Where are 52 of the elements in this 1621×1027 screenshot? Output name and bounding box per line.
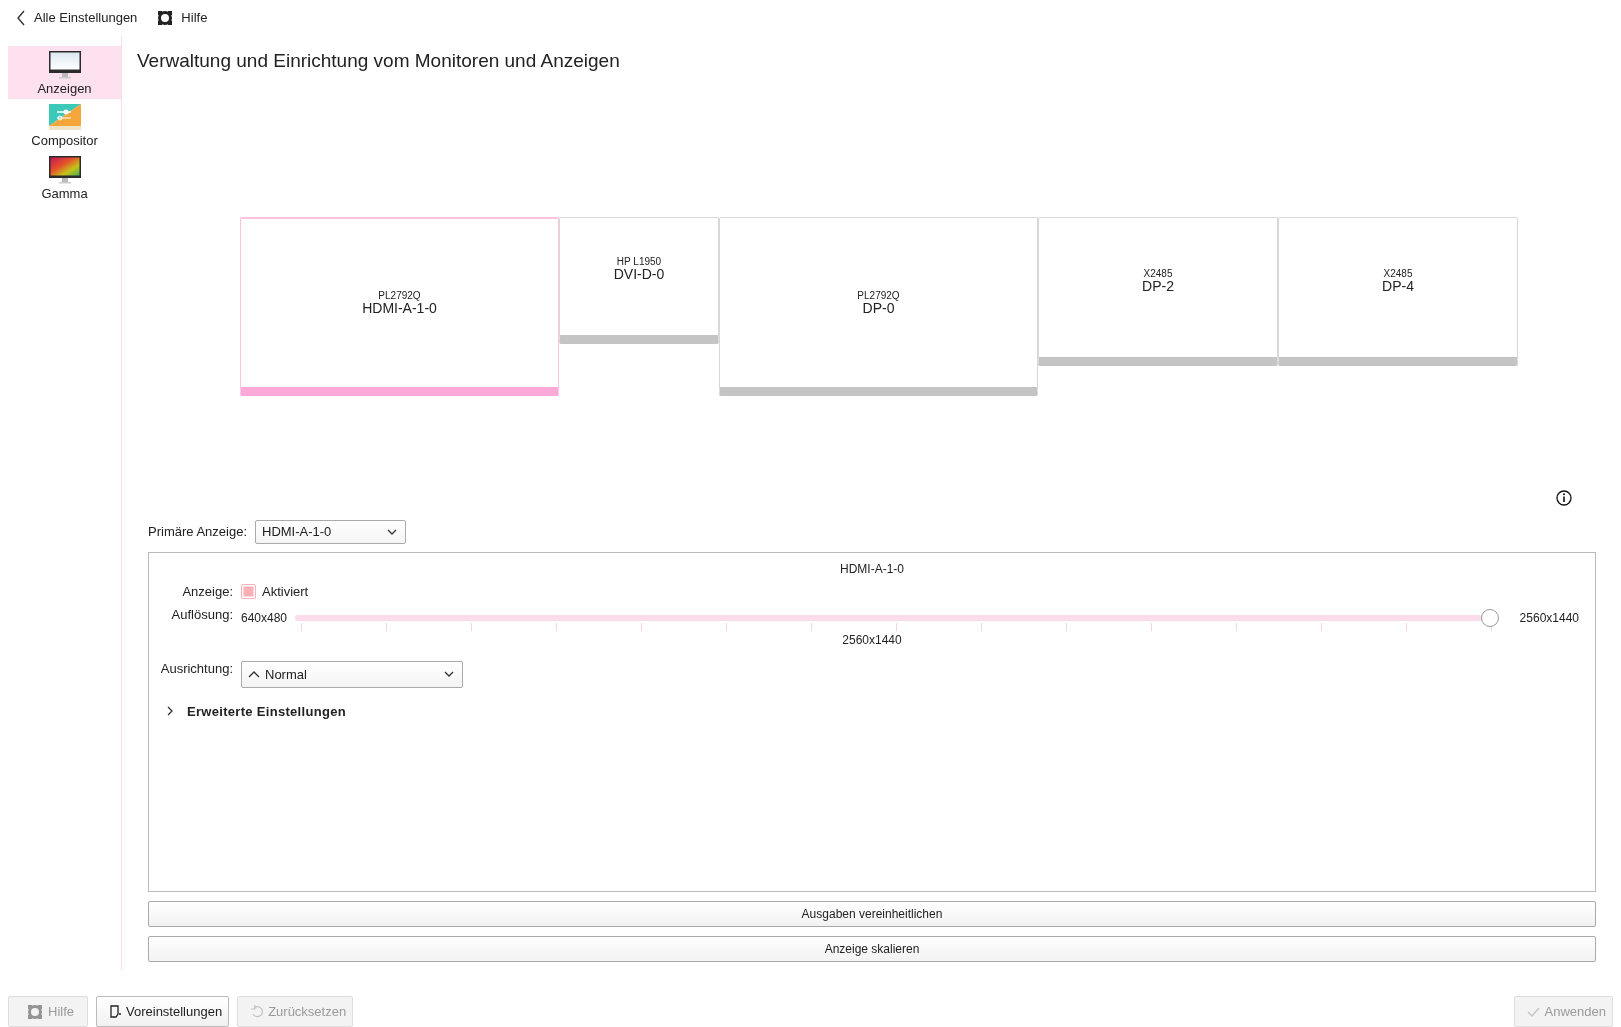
- document-icon: [109, 1005, 121, 1018]
- action-button[interactable]: Ausgaben vereinheitlichen: [148, 900, 1596, 927]
- checkbox-label: Aktiviert: [262, 583, 309, 599]
- slider-max-label: 2560x1440: [1519, 610, 1579, 625]
- page-title: Verwaltung und Einrichtung vom Monitoren und Anzeigen: [137, 49, 621, 72]
- info-icon[interactable]: [1556, 489, 1572, 506]
- monitor-model: PL2792Q: [857, 289, 900, 301]
- back-icon: [16, 8, 26, 27]
- defaults-button[interactable]: Voreinstellungen: [96, 996, 230, 1027]
- field-label: Ausrichtung:: [159, 660, 233, 676]
- undo-icon: [250, 1005, 264, 1018]
- monitor-model: X2485: [1143, 267, 1173, 279]
- monitor-tile[interactable]: X2485 DP-4: [1278, 216, 1518, 366]
- sidebar-item[interactable]: Gamma: [8, 150, 121, 204]
- chevron-right-icon: [167, 706, 173, 717]
- monitor-model: X2485: [1383, 267, 1413, 279]
- monitor-model: PL2792Q: [378, 290, 421, 302]
- caret-icon: [387, 528, 397, 535]
- monitor-output-name: HDMI-A-1-0: [362, 301, 437, 316]
- current-resolution: 2560x1440: [842, 632, 902, 647]
- field-label: Anzeige:: [181, 583, 233, 599]
- monitor-tile[interactable]: PL2792Q HDMI-A-1-0: [240, 216, 559, 396]
- lifebuoy-icon: [157, 9, 174, 26]
- monitor-tile[interactable]: PL2792Q DP-0: [719, 216, 1038, 396]
- monitor-output-name: DVI-D-0: [613, 266, 665, 281]
- monitor-output-name: DP-0: [862, 300, 895, 315]
- monitor-output-name: DP-4: [1382, 278, 1414, 293]
- sidebar-item[interactable]: Anzeigen: [8, 45, 121, 99]
- monitor-model: HP L1950: [616, 255, 662, 267]
- monitor-tile[interactable]: HP L1950 DVI-D-0: [559, 216, 719, 344]
- orientation-dropdown[interactable]: Normal: [241, 660, 463, 688]
- checkmark-icon: [1526, 1005, 1540, 1018]
- compositor-icon: [48, 103, 81, 131]
- help-link[interactable]: Hilfe: [157, 9, 208, 26]
- back-link[interactable]: Alle Einstellungen: [16, 8, 138, 27]
- monitor-icon: [48, 50, 81, 79]
- caret-icon: [444, 671, 454, 678]
- monitor-output-name: DP-2: [1142, 278, 1174, 293]
- output-title: HDMI-A-1-0: [840, 561, 904, 576]
- gamma-monitor-icon: [48, 155, 81, 184]
- slider-min-label: 640x480: [241, 610, 288, 625]
- advanced-settings-toggle[interactable]: Erweiterte Einstellungen: [167, 703, 346, 719]
- sidebar-item[interactable]: Compositor: [8, 98, 121, 151]
- field-label: Auflösung:: [170, 606, 233, 622]
- field-label: Primäre Anzeige:: [148, 524, 247, 540]
- slider-thumb[interactable]: [1480, 608, 1499, 627]
- monitor-tile[interactable]: X2485 DP-2: [1038, 216, 1278, 366]
- chevron-up-icon: [248, 670, 260, 678]
- lifebuoy-icon: [27, 1003, 43, 1020]
- action-button[interactable]: Anzeige skalieren: [148, 935, 1596, 962]
- enabled-checkbox[interactable]: [241, 583, 256, 599]
- primary-display-dropdown[interactable]: HDMI-A-1-0: [255, 519, 406, 544]
